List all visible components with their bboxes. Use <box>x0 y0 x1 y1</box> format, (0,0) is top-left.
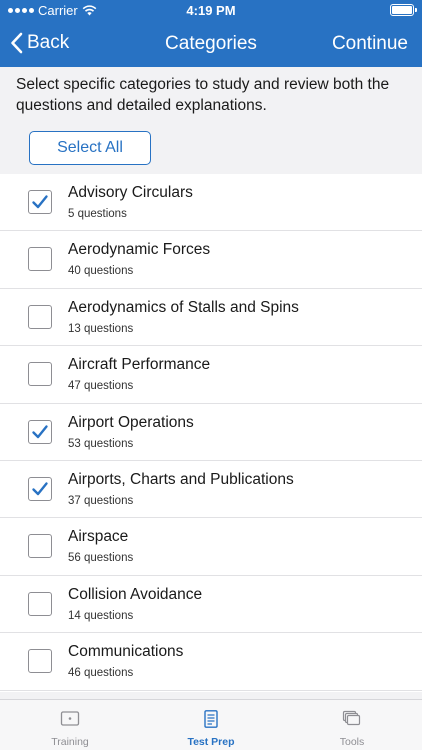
status-time: 4:19 PM <box>186 3 236 18</box>
checkbox-unchecked[interactable] <box>28 649 52 674</box>
category-count: 53 questions <box>68 437 134 450</box>
category-count: 40 questions <box>68 265 134 278</box>
tab-test-prep[interactable]: Test Prep <box>141 700 281 750</box>
continue-button[interactable]: Continue <box>332 33 408 55</box>
category-name: Airport Operations <box>68 413 194 431</box>
category-name: Aircraft Performance <box>68 356 211 374</box>
checkbox-checked[interactable] <box>28 190 52 214</box>
category-name: Collision Avoidance <box>68 585 203 603</box>
training-icon <box>60 710 80 728</box>
checkbox-unchecked[interactable] <box>28 247 52 272</box>
checkbox-checked[interactable] <box>28 476 52 501</box>
category-row[interactable]: Aircraft Performance 47 questions <box>0 346 422 404</box>
tab-tools[interactable]: Tools <box>282 700 422 750</box>
checkbox-unchecked[interactable] <box>28 591 52 616</box>
category-count: 14 questions <box>68 609 134 622</box>
test-prep-icon <box>201 710 221 728</box>
checkbox-unchecked[interactable] <box>28 362 52 387</box>
category-row[interactable]: Advisory Circulars 5 questions <box>0 174 422 232</box>
category-row[interactable]: Airports, Charts and Publications 37 ques… <box>0 461 422 519</box>
category-count: 5 questions <box>68 208 127 220</box>
checkmark-icon <box>32 195 48 209</box>
category-row[interactable]: Aerodynamics of Stalls and Spins 13 quest… <box>0 289 422 347</box>
category-count: 47 questions <box>68 380 134 393</box>
category-row[interactable]: Airspace 56 questions <box>0 518 422 576</box>
category-name: Advisory Circulars <box>68 184 193 201</box>
category-name: Airports, Charts and Publications <box>68 470 294 488</box>
category-row[interactable]: Aerodynamic Forces 40 questions <box>0 231 422 289</box>
checkbox-unchecked[interactable] <box>28 304 52 329</box>
tab-label: Training <box>51 736 89 748</box>
category-row[interactable]: Collision Avoidance 14 questions <box>0 576 422 634</box>
tab-training[interactable]: Training <box>0 700 140 750</box>
category-name: Aerodynamics of Stalls and Spins <box>68 298 299 316</box>
status-bar: Carrier 4:19 PM <box>0 0 422 22</box>
tab-label: Tools <box>339 736 365 748</box>
category-name: Aerodynamic Forces <box>68 241 211 259</box>
checkbox-unchecked[interactable] <box>28 534 52 559</box>
category-name: Airspace <box>68 528 129 546</box>
select-all-button[interactable]: Select All <box>29 131 151 165</box>
tab-bar: Training Test Prep Tools <box>0 699 422 750</box>
intro-text: Select specific categories to study and … <box>16 76 390 114</box>
category-count: 13 questions <box>68 322 134 335</box>
category-count: 37 questions <box>68 494 134 507</box>
category-name: Communications <box>68 643 184 661</box>
category-count: 56 questions <box>68 552 134 565</box>
checkmark-icon <box>32 424 48 438</box>
category-row[interactable]: Communications 46 questions <box>0 633 422 691</box>
category-list: Advisory Circulars 5 questions Aerodynamic… <box>0 174 422 692</box>
category-row[interactable]: Airport Operations 53 questions <box>0 404 422 461</box>
battery-icon <box>390 4 417 16</box>
navigation-bar: Carrier 4:19 PM Back Categories Continue <box>0 0 422 67</box>
tab-label: Test Prep <box>187 736 235 748</box>
category-count: 46 questions <box>68 667 134 680</box>
checkbox-checked[interactable] <box>28 419 52 444</box>
checkmark-icon <box>32 482 48 496</box>
tools-icon <box>342 710 362 728</box>
